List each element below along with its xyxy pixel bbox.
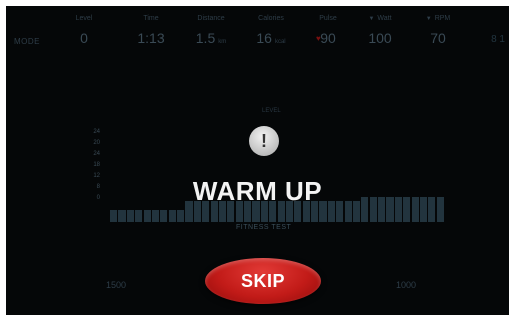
mode-label: MODE bbox=[14, 37, 40, 46]
skip-button[interactable]: SKIP bbox=[205, 258, 321, 304]
stat-value: 0 bbox=[80, 30, 88, 46]
y-tick-label: 20 bbox=[93, 140, 100, 146]
chart-bar bbox=[168, 209, 176, 222]
exclamation-icon: ! bbox=[249, 126, 279, 156]
chart-title: LEVEL bbox=[262, 108, 281, 114]
stat-unit: km bbox=[218, 39, 227, 45]
chart-bar bbox=[151, 209, 160, 222]
stat-unit: kcal bbox=[274, 39, 286, 45]
triangle-down-icon: ▼ bbox=[368, 16, 375, 22]
bottom-left-text: 1500 bbox=[106, 280, 127, 290]
chart-bar bbox=[135, 209, 143, 222]
y-tick-label: 24 bbox=[93, 151, 100, 157]
stat-value: 1:13 bbox=[137, 30, 165, 46]
stat-label: ▼ Watt bbox=[368, 15, 392, 22]
chart-bar bbox=[118, 209, 126, 222]
chart-bar bbox=[110, 209, 118, 222]
heart-icon: ♥ bbox=[316, 34, 321, 43]
stat-label: Level bbox=[75, 15, 93, 22]
stat-value: 1.5 km bbox=[195, 30, 227, 46]
chart-bar bbox=[177, 209, 185, 222]
y-tick-label: 18 bbox=[93, 162, 100, 168]
stat-label: Calories bbox=[258, 15, 284, 22]
chart-bar bbox=[143, 209, 151, 222]
edge-marks: 8 1 bbox=[491, 34, 505, 45]
stat-label: Time bbox=[143, 15, 159, 22]
stats-header: MODE Level 0 Time 1:13 Distance 1.5 km Ca… bbox=[6, 6, 509, 62]
stat-label: Distance bbox=[197, 15, 225, 22]
stat-label: ▼ RPM bbox=[425, 15, 451, 22]
chart-bar bbox=[126, 209, 134, 222]
y-tick-label: 24 bbox=[93, 129, 100, 135]
stat-value: 100 bbox=[368, 30, 392, 46]
bottom-right-text: 1000 bbox=[396, 280, 417, 290]
console-screen: MODE Level 0 Time 1:13 Distance 1.5 km Ca… bbox=[6, 6, 509, 315]
chart-bar bbox=[160, 209, 168, 222]
triangle-down-icon: ▼ bbox=[425, 16, 432, 22]
alert-title: WARM UP bbox=[192, 176, 323, 206]
stat-value: 70 bbox=[430, 30, 446, 46]
stat-label: Pulse bbox=[319, 15, 337, 22]
stat-value: 16 kcal bbox=[256, 30, 286, 46]
chart-xlabel: FITNESS TEST bbox=[236, 224, 292, 231]
